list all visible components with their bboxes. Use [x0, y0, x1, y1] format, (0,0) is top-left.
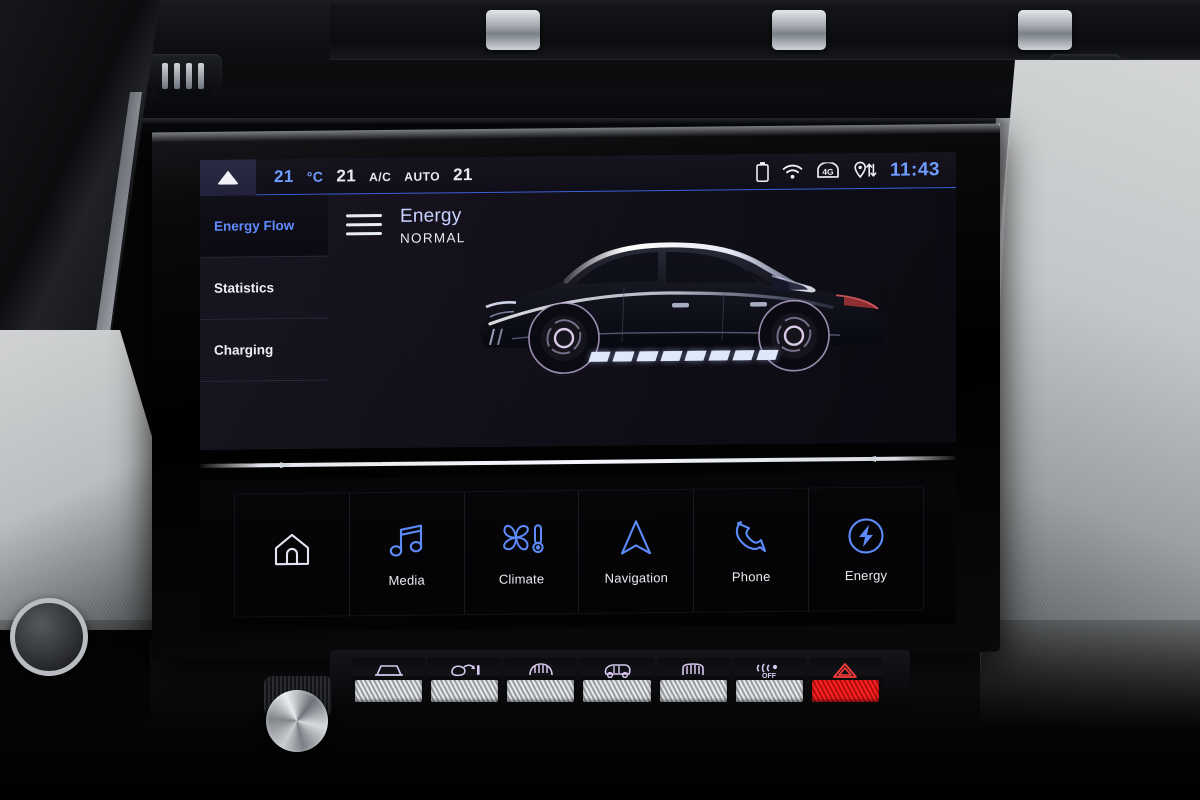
fan-thermometer-icon	[499, 519, 545, 559]
energy-header: Energy NORMAL	[400, 205, 466, 246]
touchbar-item-phone[interactable]: Phone	[694, 488, 810, 612]
triangle-up-icon	[217, 170, 239, 185]
touchbar-item-home[interactable]	[235, 493, 350, 617]
page-subtitle: NORMAL	[400, 230, 466, 246]
hvac-button-recirculation[interactable]	[428, 658, 502, 704]
sidebar-label-energy-flow: Energy Flow	[214, 217, 295, 234]
hvac-button-rear-window-defrost[interactable]	[580, 658, 654, 704]
hvac-button-auto-off[interactable]: OFF	[732, 658, 806, 704]
music-note-icon	[387, 520, 427, 560]
vent-slider-right[interactable]	[1018, 10, 1072, 50]
volume-knob[interactable]	[266, 690, 328, 752]
status-icons-group: 4G 11:43	[756, 159, 956, 183]
auto-toggle[interactable]: AUTO	[404, 169, 440, 183]
touchbar-item-media[interactable]: Media	[349, 492, 465, 616]
sidebar-label-statistics: Statistics	[214, 280, 275, 296]
navigation-arrow-icon	[617, 518, 655, 558]
energy-segment	[684, 350, 707, 361]
car-interior-backdrop: 21 °C 21 A/C AUTO 21 4G 11:43 Energy Flo…	[0, 0, 1200, 800]
touchbar-label-phone: Phone	[731, 568, 771, 584]
home-icon	[272, 531, 312, 567]
energy-segment	[588, 351, 611, 362]
energy-segment	[660, 350, 683, 362]
status-bar: 21 °C 21 A/C AUTO 21 4G 11:43	[200, 152, 956, 196]
location-share-icon	[853, 161, 877, 180]
lower-touch-bar[interactable]: Media Climate Navigation Phone Energy	[200, 472, 956, 632]
dashboard-control-knob[interactable]	[10, 598, 88, 676]
vent-round-left	[148, 54, 222, 98]
wifi-icon	[782, 163, 803, 179]
climate-status-group[interactable]: 21 °C 21 A/C AUTO 21	[256, 165, 473, 187]
svg-text:4G: 4G	[822, 167, 833, 177]
energy-segment	[732, 350, 755, 361]
touchbar-label-navigation: Navigation	[604, 569, 669, 586]
hvac-button-front-demist[interactable]	[352, 658, 426, 704]
sidebar-label-charging: Charging	[214, 342, 274, 358]
vent-slider-left[interactable]	[486, 10, 540, 50]
battery-icon	[756, 161, 769, 182]
svg-text:OFF: OFF	[762, 673, 777, 679]
touchbar-item-climate[interactable]: Climate	[464, 490, 580, 615]
hvac-button-windscreen-defrost[interactable]	[504, 658, 578, 704]
hvac-button-hazard[interactable]	[808, 658, 882, 704]
pull-down-handle[interactable]	[200, 158, 256, 196]
energy-segment	[612, 351, 635, 362]
4g-icon: 4G	[816, 162, 840, 179]
touchbar-item-energy[interactable]: Energy	[809, 487, 923, 610]
energy-flow-bar	[588, 349, 779, 362]
fan-level[interactable]: 21	[336, 166, 356, 186]
display-chrome-divider	[200, 456, 956, 468]
temperature-unit: °C	[306, 169, 324, 186]
touchbar-label-energy: Energy	[844, 567, 888, 583]
hamburger-menu-icon[interactable]	[346, 214, 382, 241]
sidebar-item-energy-flow[interactable]: Energy Flow	[200, 194, 328, 258]
clock: 11:43	[889, 158, 940, 181]
main-display[interactable]: 21 °C 21 A/C AUTO 21 4G 11:43 Energy Flo…	[200, 152, 956, 450]
sidebar-item-charging[interactable]: Charging	[200, 318, 328, 382]
energy-side-menu: Energy Flow Statistics Charging	[200, 194, 328, 450]
phone-handset-icon	[732, 516, 770, 556]
vent-slider-center[interactable]	[772, 10, 826, 50]
energy-bolt-circle-icon	[846, 515, 886, 555]
touchbar-label-climate: Climate	[498, 570, 545, 587]
energy-segment	[756, 349, 779, 361]
sidebar-item-statistics[interactable]: Statistics	[200, 256, 328, 320]
touchbar-label-media: Media	[388, 572, 425, 588]
passenger-temperature[interactable]: 21	[453, 165, 473, 185]
energy-segment	[636, 351, 659, 362]
ac-toggle[interactable]: A/C	[369, 169, 391, 183]
energy-segment	[708, 350, 731, 361]
page-title: Energy	[400, 205, 462, 227]
hvac-button-rear-demist[interactable]	[656, 658, 730, 704]
driver-temperature[interactable]: 21	[274, 166, 294, 186]
touchbar-item-navigation[interactable]: Navigation	[579, 489, 695, 613]
